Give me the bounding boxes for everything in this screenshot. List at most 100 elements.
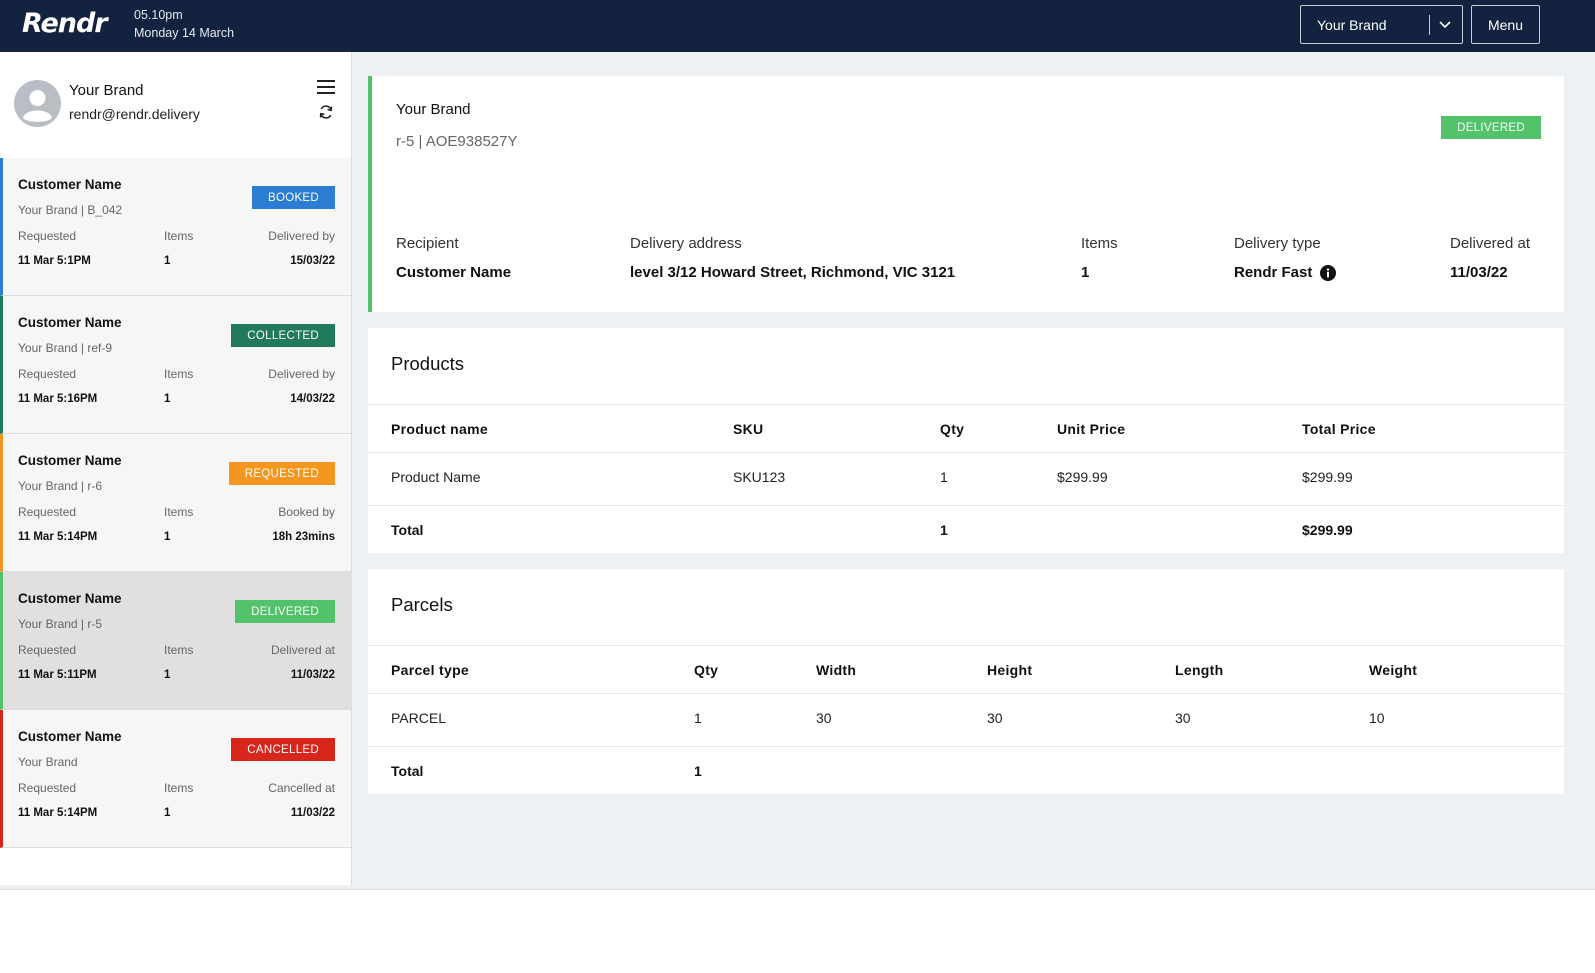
items-label: Items [164,643,194,657]
order-customer-name: Customer Name [18,177,122,192]
table-cell: PARCEL [391,710,446,726]
deadline-label: Delivered by [268,367,335,381]
recipient-label: Recipient [396,235,459,252]
table-cell: $299.99 [1057,469,1108,485]
order-card[interactable]: Customer Name Your Brand | r-6 REQUESTED… [0,434,351,572]
table-row: Product Name SKU123 1 $299.99 $299.99 [368,453,1564,506]
delivery-type-label: Delivery type [1234,235,1321,252]
table-cell: Product Name [391,469,481,485]
address-label: Delivery address [630,235,742,252]
order-reference: Your Brand [18,755,78,769]
items-label: Items [164,781,194,795]
items-field: Items 1 [1081,235,1118,281]
status-badge: DELIVERED [235,600,335,623]
deadline-label: Booked by [278,505,335,519]
deadline-value: 14/03/22 [290,393,335,405]
hamburger-icon[interactable] [317,80,335,94]
address-field: Delivery address level 3/12 Howard Stree… [630,235,955,281]
table-cell: $299.99 [1302,522,1353,538]
column-header: Parcel type [391,662,470,678]
products-title: Products [391,353,465,374]
table-cell: 30 [987,710,1003,726]
column-header: Product name [391,421,488,437]
table-cell: 1 [940,522,948,538]
parcels-panel: Parcels Parcel type Qty Width Height Len… [368,569,1564,794]
table-total-row: Total 1 $299.99 [368,506,1564,554]
menu-button[interactable]: Menu [1471,5,1540,44]
chevron-down-icon [1439,21,1451,29]
rendr-logo[interactable]: Rendr [22,8,108,39]
table-total-row: Total 1 [368,747,1564,795]
table-header-row: Product name SKU Qty Unit Price Total Pr… [368,405,1564,453]
order-detail: Your Brand r-5 | AOE938527Y DELIVERED Re… [352,52,1595,890]
address-value: level 3/12 Howard Street, Richmond, VIC … [630,264,956,281]
order-customer-name: Customer Name [18,453,122,468]
requested-label: Requested [18,643,77,657]
items-value: 1 [164,669,171,681]
column-header: Total Price [1302,421,1376,437]
deadline-value: 11/03/22 [290,807,335,819]
select-divider [1429,15,1430,35]
column-header: Unit Price [1057,421,1126,437]
order-reference: Your Brand | r-5 [18,617,103,631]
order-customer-name: Customer Name [18,729,122,744]
items-label: Items [164,505,194,519]
requested-label: Requested [18,781,77,795]
recipient-field: Recipient Customer Name [396,235,511,281]
page-footer [0,889,1595,957]
table-row: PARCEL 1 30 30 30 10 [368,694,1564,747]
deadline-value: 15/03/22 [290,255,335,267]
requested-label: Requested [18,505,77,519]
current-time: 05.10pm [134,8,183,22]
current-date: Monday 14 March [134,26,235,40]
items-value: 1 [164,807,171,819]
refresh-icon[interactable] [318,104,334,120]
requested-label: Requested [18,367,77,381]
items-value: 1 [164,393,171,405]
summary-reference: r-5 | AOE938527Y [396,133,518,150]
brand-select[interactable]: Your Brand [1300,5,1463,44]
order-customer-name: Customer Name [18,591,122,606]
order-card[interactable]: Customer Name Your Brand | B_042 BOOKED … [0,158,351,296]
order-reference: Your Brand | B_042 [18,203,123,217]
table-cell: 30 [816,710,832,726]
requested-label: Requested [18,229,77,243]
order-reference: Your Brand | r-6 [18,479,103,493]
status-badge: COLLECTED [231,324,335,347]
items-label: Items [164,367,194,381]
column-header: Height [987,662,1033,678]
items-value: 1 [1081,264,1090,281]
column-header: Qty [694,662,719,678]
brand-select-value: Your Brand [1317,16,1387,33]
requested-value: 11 Mar 5:11PM [18,669,97,681]
column-header: Length [1175,662,1224,678]
summary-brand: Your Brand [396,101,471,118]
info-icon[interactable] [1320,264,1337,281]
column-header: Weight [1369,662,1418,678]
avatar-icon [14,80,61,127]
order-customer-name: Customer Name [18,315,122,330]
column-header: Qty [940,421,965,437]
table-header-row: Parcel type Qty Width Height Length Weig… [368,646,1564,694]
delivery-type-value: Rendr Fast [1234,264,1313,281]
clock: 05.10pm Monday 14 March [134,6,234,42]
orders-sidebar: Your Brand rendr@rendr.delivery Customer… [0,52,352,885]
order-card[interactable]: Customer Name Your Brand | ref-9 COLLECT… [0,296,351,434]
table-cell: 10 [1369,710,1385,726]
items-value: 1 [164,531,171,543]
requested-value: 11 Mar 5:14PM [18,807,98,819]
parcels-title: Parcels [391,594,453,615]
recipient-value: Customer Name [396,264,512,281]
items-value: 1 [164,255,171,267]
delivered-at-value: 11/03/22 [1450,264,1508,281]
order-card[interactable]: Customer Name Your Brand | r-5 DELIVERED… [0,572,351,710]
deadline-value: 11/03/22 [290,669,335,681]
products-panel: Products Product name SKU Qty Unit Price… [368,328,1564,553]
profile-name: Your Brand [69,82,144,99]
status-badge: REQUESTED [228,462,335,485]
order-card[interactable]: Customer Name Your Brand CANCELLED Reque… [0,710,351,848]
column-header: SKU [733,421,764,437]
profile-header: Your Brand rendr@rendr.delivery [0,52,351,158]
table-cell: 1 [694,710,702,726]
items-label: Items [164,229,194,243]
